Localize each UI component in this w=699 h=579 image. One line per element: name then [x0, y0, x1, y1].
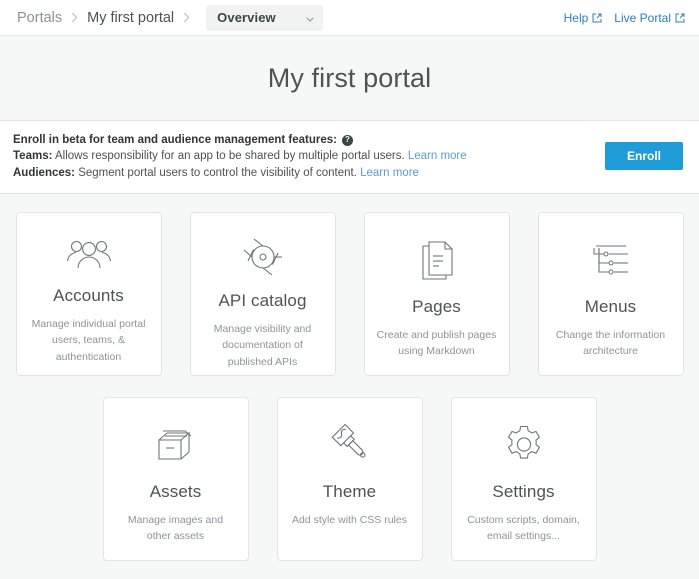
card-title: Settings [492, 482, 554, 502]
breadcrumb-item-portals[interactable]: Portals [16, 10, 63, 26]
beta-enrollment-banner: Enroll in beta for team and audience man… [0, 120, 699, 194]
enroll-button[interactable]: Enroll [605, 142, 683, 170]
card-title: Theme [323, 482, 376, 502]
chevron-right-icon [175, 12, 198, 23]
gear-icon [502, 420, 546, 470]
card-title: Menus [585, 297, 637, 317]
banner-row-audiences: Audiences: Segment portal users to contr… [13, 165, 589, 181]
paintbrush-icon [328, 420, 372, 470]
banner-text-block: Enroll in beta for team and audience man… [13, 132, 589, 181]
top-bar: Portals My first portal Overview Help [0, 0, 699, 36]
banner-heading-row: Enroll in beta for team and audience man… [13, 132, 589, 148]
card-menus[interactable]: Menus Change the information architectur… [538, 212, 684, 376]
page-title: My first portal [268, 63, 432, 94]
help-link-label: Help [564, 11, 589, 25]
card-description: Create and publish pages using Markdown [377, 327, 497, 360]
card-title: API catalog [218, 291, 306, 311]
help-link[interactable]: Help [564, 11, 603, 25]
banner-teams-text: Allows responsibility for an app to be s… [55, 150, 405, 162]
documents-icon [418, 235, 456, 285]
card-pages[interactable]: Pages Create and publish pages using Mar… [364, 212, 510, 376]
hierarchy-icon [588, 235, 634, 285]
banner-audiences-label: Audiences: [13, 167, 75, 179]
card-settings[interactable]: Settings Custom scripts, domain, email s… [451, 397, 597, 561]
people-group-icon [66, 235, 112, 274]
page-selector-value: Overview [217, 10, 276, 25]
card-description: Manage visibility and documentation of p… [203, 321, 323, 370]
banner-audiences-text: Segment portal users to control the visi… [78, 167, 357, 179]
card-title: Pages [412, 297, 461, 317]
external-link-icon [675, 13, 685, 23]
live-portal-link[interactable]: Live Portal [614, 11, 685, 25]
page-title-section: My first portal [0, 36, 699, 120]
teams-learn-more-link[interactable]: Learn more [408, 150, 467, 162]
card-row-2: Assets Manage images and other assets Th… [0, 397, 699, 561]
card-description: Manage individual portal users, teams, &… [29, 316, 149, 365]
cards-area: Accounts Manage individual portal users,… [0, 194, 699, 561]
card-accounts[interactable]: Accounts Manage individual portal users,… [16, 212, 162, 376]
banner-heading: Enroll in beta for team and audience man… [13, 132, 337, 148]
card-title: Accounts [53, 286, 124, 306]
audiences-learn-more-link[interactable]: Learn more [360, 167, 419, 179]
page-selector-dropdown[interactable]: Overview [206, 5, 323, 31]
banner-teams-label: Teams: [13, 150, 52, 162]
card-theme[interactable]: Theme Add style with CSS rules [277, 397, 423, 561]
chevron-right-icon [63, 12, 86, 23]
aperture-icon [241, 235, 285, 279]
card-description: Change the information architecture [551, 327, 671, 360]
live-portal-link-label: Live Portal [614, 11, 671, 25]
card-row-1: Accounts Manage individual portal users,… [0, 212, 699, 376]
card-description: Add style with CSS rules [292, 512, 407, 528]
banner-row-teams: Teams: Allows responsibility for an app … [13, 148, 589, 164]
file-box-icon [153, 420, 199, 470]
breadcrumb-item-portal-name[interactable]: My first portal [86, 10, 175, 26]
chevron-down-icon [306, 10, 314, 26]
card-assets[interactable]: Assets Manage images and other assets [103, 397, 249, 561]
top-bar-links: Help Live Portal [564, 11, 685, 25]
card-title: Assets [150, 482, 202, 502]
breadcrumb: Portals My first portal Overview [16, 5, 323, 31]
card-api-catalog[interactable]: API catalog Manage visibility and docume… [190, 212, 336, 376]
card-description: Manage images and other assets [116, 512, 236, 545]
question-mark-circle-icon[interactable]: ? [342, 135, 353, 146]
card-description: Custom scripts, domain, email settings..… [464, 512, 584, 545]
external-link-icon [592, 13, 602, 23]
